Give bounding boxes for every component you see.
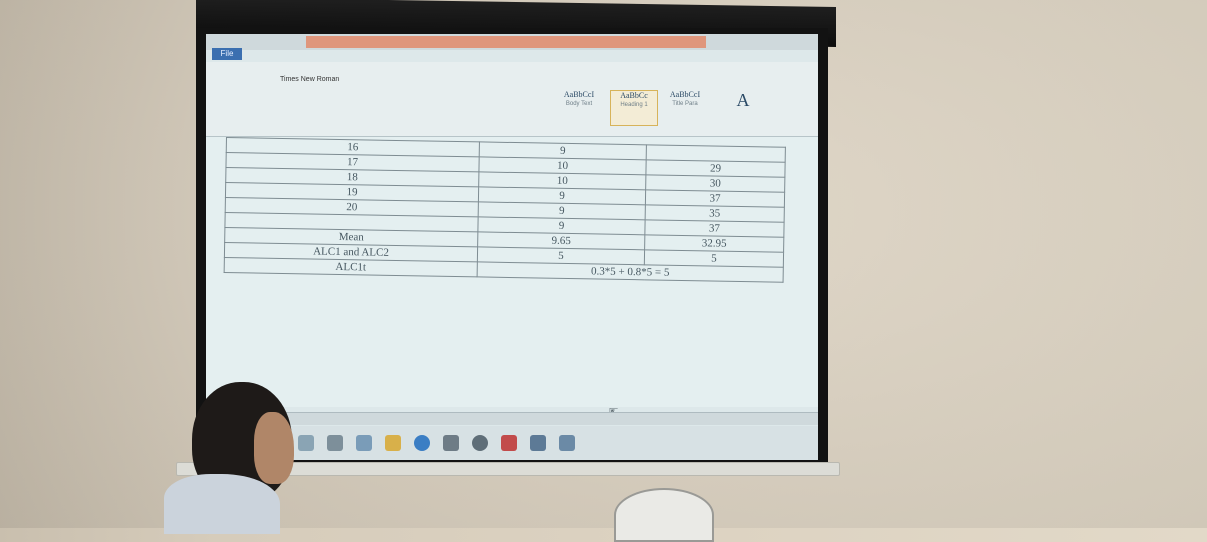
person-shirt <box>164 474 280 534</box>
change-styles-icon[interactable]: A <box>720 90 766 124</box>
search-icon[interactable] <box>298 435 314 451</box>
style-label: Heading 1 <box>620 102 648 108</box>
style-body-text[interactable]: AaBbCcI Body Text <box>556 90 602 124</box>
mail-icon[interactable] <box>501 435 517 451</box>
table-cell: ALC1t <box>224 257 478 277</box>
file-tab[interactable]: File <box>212 48 242 60</box>
person-face <box>254 412 294 484</box>
task-view-icon[interactable] <box>327 435 343 451</box>
style-label: Title Para <box>672 101 698 107</box>
projected-display: File Times New Roman AaBbCcI Body Text A… <box>206 34 818 460</box>
style-title[interactable]: AaBbCcI Title Para <box>662 90 708 124</box>
style-heading-1[interactable]: AaBbCc Heading 1 <box>610 90 658 126</box>
person-cap <box>614 488 714 542</box>
document-page: 16 9 17 10 29 18 10 30 19 9 37 20 9 35 9 37 Mean 9.65 32.9… <box>206 137 818 407</box>
store-icon[interactable] <box>443 435 459 451</box>
data-table: 16 9 17 10 29 18 10 30 19 9 37 20 9 35 9 37 Mean 9.65 32.9… <box>224 137 786 283</box>
font-name-box[interactable]: Times New Roman <box>280 76 339 83</box>
media-icon[interactable] <box>472 435 488 451</box>
word-icon[interactable] <box>559 435 575 451</box>
style-label: Body Text <box>565 101 593 107</box>
window-titlebar <box>206 34 818 50</box>
chat-icon[interactable] <box>356 435 372 451</box>
photos-icon[interactable] <box>530 435 546 451</box>
folder-icon[interactable] <box>385 435 401 451</box>
taskbar <box>206 426 818 460</box>
style-preview: AaBbCc <box>620 91 648 100</box>
status-bar <box>206 412 818 425</box>
style-preview: AaBbCcI <box>563 90 595 99</box>
browser-icon[interactable] <box>414 435 430 451</box>
style-preview: AaBbCcI <box>669 90 701 99</box>
title-highlight <box>306 36 706 48</box>
